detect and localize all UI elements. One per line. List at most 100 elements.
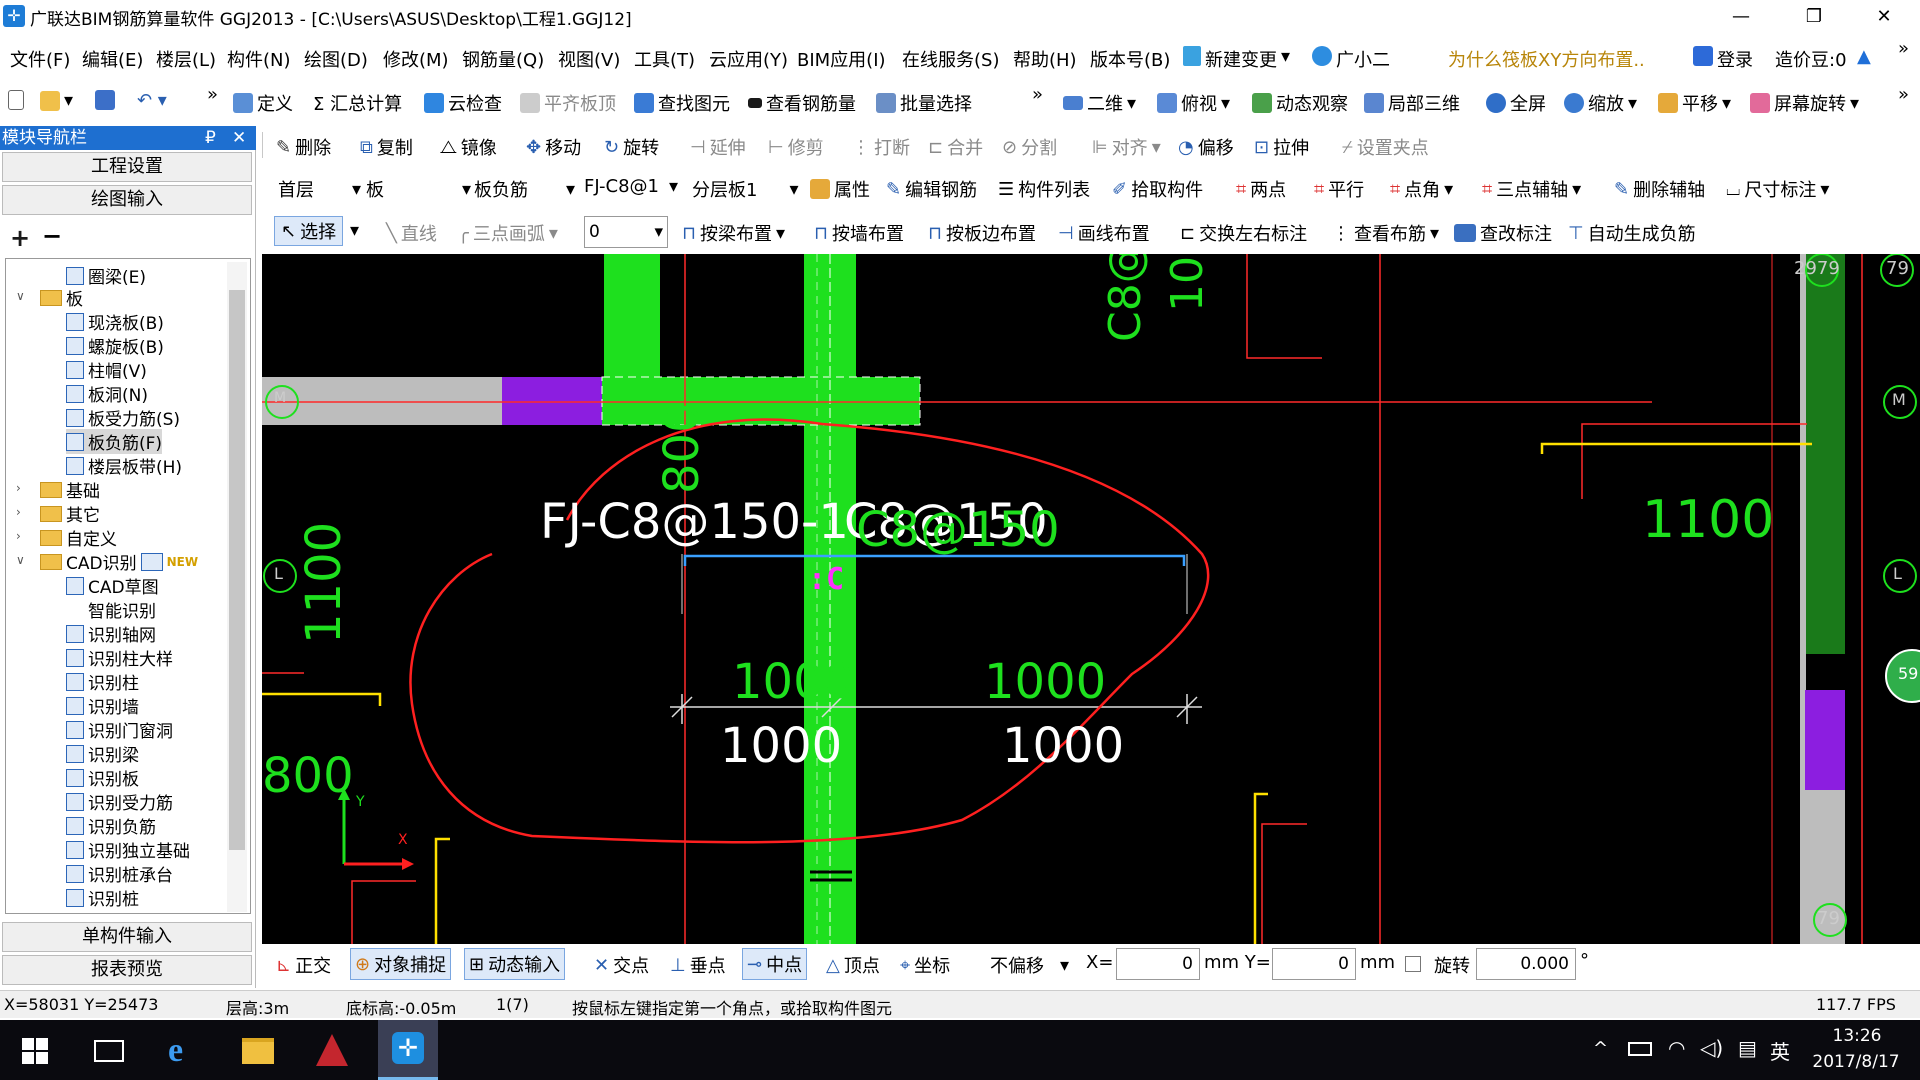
menu-online[interactable]: 在线服务(S) — [902, 46, 999, 72]
glodon-taskbar-button[interactable]: ✛ — [378, 1020, 438, 1080]
tree-item[interactable]: 柱帽(V) — [66, 357, 147, 382]
component-name-select[interactable]: FJ-C8@1 ▾ — [584, 176, 678, 197]
ortho-toggle[interactable]: ⊾ 正交 — [276, 952, 331, 978]
rotate-checkbox[interactable] — [1405, 956, 1421, 972]
open-file-icon[interactable]: ▾ — [40, 90, 73, 111]
new-file-icon[interactable] — [8, 90, 24, 110]
tree-item[interactable]: 识别梁 — [66, 741, 139, 766]
edit-label-button[interactable]: 查改标注 — [1454, 220, 1552, 246]
login-button[interactable]: 登录 — [1693, 46, 1753, 72]
clock-date[interactable]: 2017/8/17 — [1806, 1052, 1906, 1072]
zoom-button[interactable]: 缩放 ▾ — [1564, 90, 1637, 116]
rotate-button[interactable]: ↻ 旋转 — [604, 134, 659, 160]
tree-item[interactable]: 识别桩承台 — [66, 861, 173, 886]
vertex-snap[interactable]: △ 顶点 — [826, 952, 880, 978]
merge-button[interactable]: ⊏ 合并 — [928, 134, 983, 160]
two-point-button[interactable]: ⌗ 两点 — [1236, 176, 1286, 202]
autocad-icon[interactable] — [316, 1034, 348, 1066]
tree-item[interactable]: 自定义 — [40, 525, 117, 550]
tree-item[interactable]: CAD识别 NEW — [40, 549, 198, 574]
minimize-button[interactable]: — — [1712, 0, 1770, 34]
tree-item[interactable]: 楼层板带(H) — [66, 453, 182, 478]
dynamic-input-toggle[interactable]: ⊞ 动态输入 — [464, 948, 566, 980]
wifi-icon[interactable]: ◠ — [1668, 1036, 1685, 1060]
align-button[interactable]: ⊫ 对齐 ▾ — [1092, 134, 1161, 160]
restore-button[interactable]: ❐ — [1785, 0, 1843, 34]
tree-item-selected[interactable]: 板负筋(F) — [66, 429, 163, 454]
tree-item[interactable]: 板洞(N) — [66, 381, 148, 406]
layer-select[interactable]: 分层板1 ▾ — [692, 176, 799, 202]
offset-button[interactable]: ◔ 偏移 — [1178, 134, 1234, 160]
menu-cloud[interactable]: 云应用(Y) — [709, 46, 788, 72]
expand-icon[interactable]: › — [16, 505, 21, 519]
select-dropdown[interactable]: ▾ — [350, 220, 359, 241]
tree-item[interactable]: 识别墙 — [66, 693, 139, 718]
assistant-button[interactable]: 广小二 — [1312, 46, 1390, 72]
tree-item[interactable]: 识别受力筋 — [66, 789, 173, 814]
menu-edit[interactable]: 编辑(E) — [82, 46, 143, 72]
action-center-icon[interactable]: ▤ — [1738, 1036, 1757, 1060]
move-button[interactable]: ✥ 移动 — [526, 134, 581, 160]
parallel-button[interactable]: ⌗ 平行 — [1314, 176, 1364, 202]
task-view-icon[interactable] — [94, 1040, 124, 1062]
swap-label-button[interactable]: ⊏ 交换左右标注 — [1180, 220, 1307, 246]
subtype-select[interactable]: 板负筋 ▾ — [474, 176, 575, 202]
tree-item[interactable]: 识别独立基础 — [66, 837, 190, 862]
collapse-icon[interactable]: ∨ — [16, 289, 25, 303]
slab-edge-layout-button[interactable]: ⊓ 按板边布置 — [928, 220, 1036, 246]
calc-button[interactable]: Σ 汇总计算 — [313, 90, 402, 116]
tree-item[interactable]: 板受力筋(S) — [66, 405, 180, 430]
windows-start-icon[interactable] — [22, 1038, 48, 1064]
three-point-axis-button[interactable]: ⌗ 三点辅轴 ▾ — [1482, 176, 1581, 202]
align-top-button[interactable]: 平齐板顶 — [520, 90, 616, 116]
tree-item[interactable]: 识别柱 — [66, 669, 139, 694]
menu-rebar[interactable]: 钢筋量(Q) — [462, 46, 544, 72]
2d-button[interactable]: 二维 ▾ — [1063, 90, 1136, 116]
line-layout-button[interactable]: ⊣ 画线布置 — [1058, 220, 1150, 246]
tree-item[interactable]: 识别桩 — [66, 885, 139, 910]
view-rebar-layout-button[interactable]: ⋮ 查看布筋 ▾ — [1332, 220, 1439, 246]
break-button[interactable]: ⋮ 打断 — [852, 134, 910, 160]
clock-time[interactable]: 13:26 — [1812, 1026, 1902, 1046]
dimension-button[interactable]: ⌴ 尺寸标注 ▾ — [1726, 176, 1829, 202]
tree-item[interactable]: 识别轴网 — [66, 621, 156, 646]
coordinate-snap[interactable]: ⌖ 坐标 — [900, 952, 950, 978]
floor-select[interactable]: 首层 ▾ — [278, 176, 361, 202]
auto-generate-button[interactable]: ⊤ 自动生成负筋 — [1568, 220, 1696, 246]
remove-icon[interactable]: − — [42, 222, 62, 250]
y-coordinate-input[interactable]: 0 — [1272, 948, 1356, 980]
object-snap-toggle[interactable]: ⊕ 对象捕捉 — [350, 948, 452, 980]
split-button[interactable]: ⊘ 分割 — [1002, 134, 1057, 160]
notification-icon[interactable]: ▲ — [1857, 46, 1871, 67]
stretch-button[interactable]: ⊡ 拉伸 — [1254, 134, 1309, 160]
ime-indicator[interactable]: 英 — [1770, 1036, 1790, 1065]
x-coordinate-input[interactable]: 0 — [1116, 948, 1200, 980]
tree-item[interactable]: 现浇板(B) — [66, 309, 164, 334]
perpendicular-snap[interactable]: ⊥ 垂点 — [670, 952, 726, 978]
tree-item[interactable]: 螺旋板(B) — [66, 333, 164, 358]
tree-item[interactable]: 识别板 — [66, 765, 139, 790]
component-list-button[interactable]: ☰ 构件列表 — [998, 176, 1090, 202]
rebar-label-main[interactable]: FJ-C8@150-1 — [540, 494, 849, 550]
hint-link[interactable]: 为什么筏板XY方向布置.. — [1448, 46, 1645, 72]
expand-icon[interactable]: › — [16, 481, 21, 495]
pin-icon[interactable]: ₽ — [205, 126, 216, 150]
menu-floor[interactable]: 楼层(L) — [156, 46, 216, 72]
report-preview-button[interactable]: 报表预览 — [2, 955, 252, 985]
menu-file[interactable]: 文件(F) — [10, 46, 70, 72]
midpoint-snap[interactable]: ⊸ 中点 — [742, 948, 808, 980]
add-icon[interactable]: + — [10, 224, 30, 252]
batch-select-button[interactable]: 批量选择 — [876, 90, 972, 116]
project-settings-button[interactable]: 工程设置 — [2, 152, 252, 182]
undo-icon[interactable]: ↶ ▾ — [137, 90, 167, 111]
view-rebar-button[interactable]: 查看钢筋量 — [748, 90, 856, 116]
menu-bim[interactable]: BIM应用(I) — [797, 46, 886, 72]
line-button[interactable]: ╲ 直线 — [386, 220, 437, 246]
tree-item[interactable]: 识别柱大样 — [66, 645, 173, 670]
menu-more[interactable]: » — [1898, 38, 1909, 59]
tree-item[interactable]: 智能识别 — [66, 597, 156, 622]
top-view-button[interactable]: 俯视 ▾ — [1157, 90, 1230, 116]
delete-button[interactable]: ✎ 删除 — [276, 134, 331, 160]
tree-scrollbar[interactable] — [227, 262, 247, 912]
find-element-button[interactable]: 查找图元 — [634, 90, 730, 116]
